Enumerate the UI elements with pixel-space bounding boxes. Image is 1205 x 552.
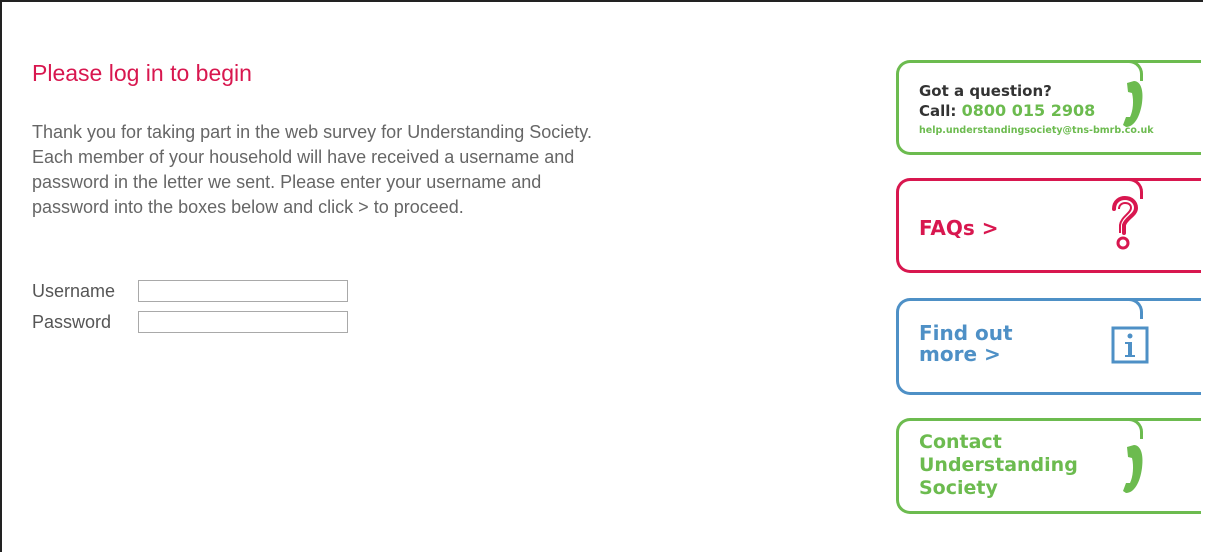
call-label: Call: <box>919 102 957 120</box>
contact-line2: Understanding <box>919 454 1078 476</box>
find-out-line2: more > <box>919 342 1001 366</box>
password-row: Password <box>32 311 348 333</box>
phone-icon <box>1123 445 1143 493</box>
question-title: Got a question? <box>919 82 1052 100</box>
find-out-more-label: Find out more > <box>919 323 1013 365</box>
contact-card[interactable]: Contact Understanding Society <box>896 418 1201 514</box>
contact-label: Contact Understanding Society <box>919 431 1078 500</box>
call-line: Call: 0800 015 2908 <box>919 101 1095 121</box>
info-icon <box>1111 326 1149 364</box>
find-out-line1: Find out <box>919 321 1013 345</box>
find-out-more-card[interactable]: Find out more > <box>896 298 1201 395</box>
username-row: Username <box>32 280 348 302</box>
phone-icon <box>1123 81 1143 127</box>
contact-line1: Contact <box>919 431 1002 453</box>
username-input[interactable] <box>138 280 348 302</box>
password-input[interactable] <box>138 311 348 333</box>
phone-number[interactable]: 0800 015 2908 <box>962 101 1096 120</box>
faqs-card[interactable]: FAQs > <box>896 178 1201 273</box>
question-card[interactable]: Got a question? Call: 0800 015 2908 help… <box>896 60 1201 155</box>
contact-line3: Society <box>919 477 998 499</box>
username-label: Username <box>32 280 116 301</box>
question-mark-icon <box>1112 195 1139 250</box>
help-email[interactable]: help.understandingsociety@tns-bmrb.co.uk <box>919 125 1154 136</box>
intro-text: Thank you for taking part in the web sur… <box>32 122 592 217</box>
question-text: Got a question? Call: 0800 015 2908 <box>919 82 1095 121</box>
password-label: Password <box>32 311 112 332</box>
faqs-label: FAQs > <box>919 216 999 240</box>
page-title: Please log in to begin <box>32 60 252 86</box>
